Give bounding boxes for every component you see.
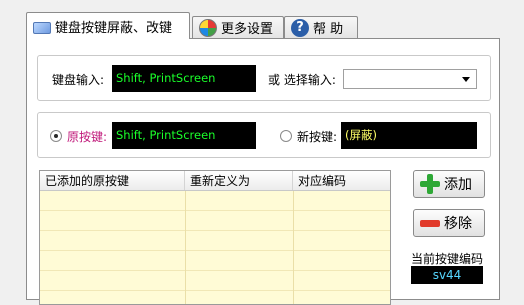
minus-icon [420, 219, 440, 227]
tab-key-block-remap[interactable]: 键盘按键屏蔽、改键 [26, 12, 190, 39]
help-icon: ? [291, 18, 309, 37]
original-key-label: 原按键: [67, 130, 108, 144]
tab-more-settings[interactable]: 更多设置 [192, 16, 284, 38]
add-button[interactable]: 添加 [413, 170, 485, 198]
current-code-value: sv44 [411, 266, 483, 284]
mapping-table[interactable]: 已添加的原按键 重新定义为 对应编码 [39, 170, 391, 305]
key-mapping-group: 原按键: Shift, PrintScreen 新按键: (屏蔽) [37, 112, 491, 158]
new-key-field[interactable]: (屏蔽) [341, 122, 477, 149]
plus-icon [420, 174, 440, 194]
keyboard-input-label: 键盘输入: [52, 73, 105, 87]
tab-label: 键盘按键屏蔽、改键 [55, 20, 173, 36]
new-key-radio[interactable] [280, 130, 292, 142]
main-panel: 键盘输入: Shift, PrintScreen 或 选择输入: 原按键: Sh… [26, 38, 500, 305]
column-header-original[interactable]: 已添加的原按键 [40, 171, 185, 190]
keyboard-icon [33, 21, 51, 34]
table-body [40, 191, 390, 304]
remove-button[interactable]: 移除 [413, 209, 485, 237]
table-header: 已添加的原按键 重新定义为 对应编码 [40, 171, 390, 191]
column-header-code[interactable]: 对应编码 [293, 171, 390, 190]
original-key-field[interactable]: Shift, PrintScreen [112, 122, 256, 149]
tab-label: 帮 助 [313, 22, 344, 37]
column-header-redefined[interactable]: 重新定义为 [185, 171, 293, 190]
or-select-label: 或 选择输入: [268, 73, 336, 87]
chevron-down-icon [462, 77, 470, 82]
tab-label: 更多设置 [221, 22, 274, 37]
keyboard-input-group: 键盘输入: Shift, PrintScreen 或 选择输入: [37, 55, 491, 101]
globe-settings-icon [199, 18, 217, 37]
keyboard-input-field[interactable]: Shift, PrintScreen [112, 65, 256, 92]
original-key-radio[interactable] [50, 130, 62, 142]
tab-help[interactable]: ? 帮 助 [284, 16, 358, 38]
key-select-dropdown[interactable] [343, 69, 477, 89]
new-key-label: 新按键: [297, 130, 338, 144]
remove-button-label: 移除 [444, 216, 472, 232]
add-button-label: 添加 [444, 177, 472, 193]
current-code-label: 当前按键编码 [411, 252, 484, 266]
